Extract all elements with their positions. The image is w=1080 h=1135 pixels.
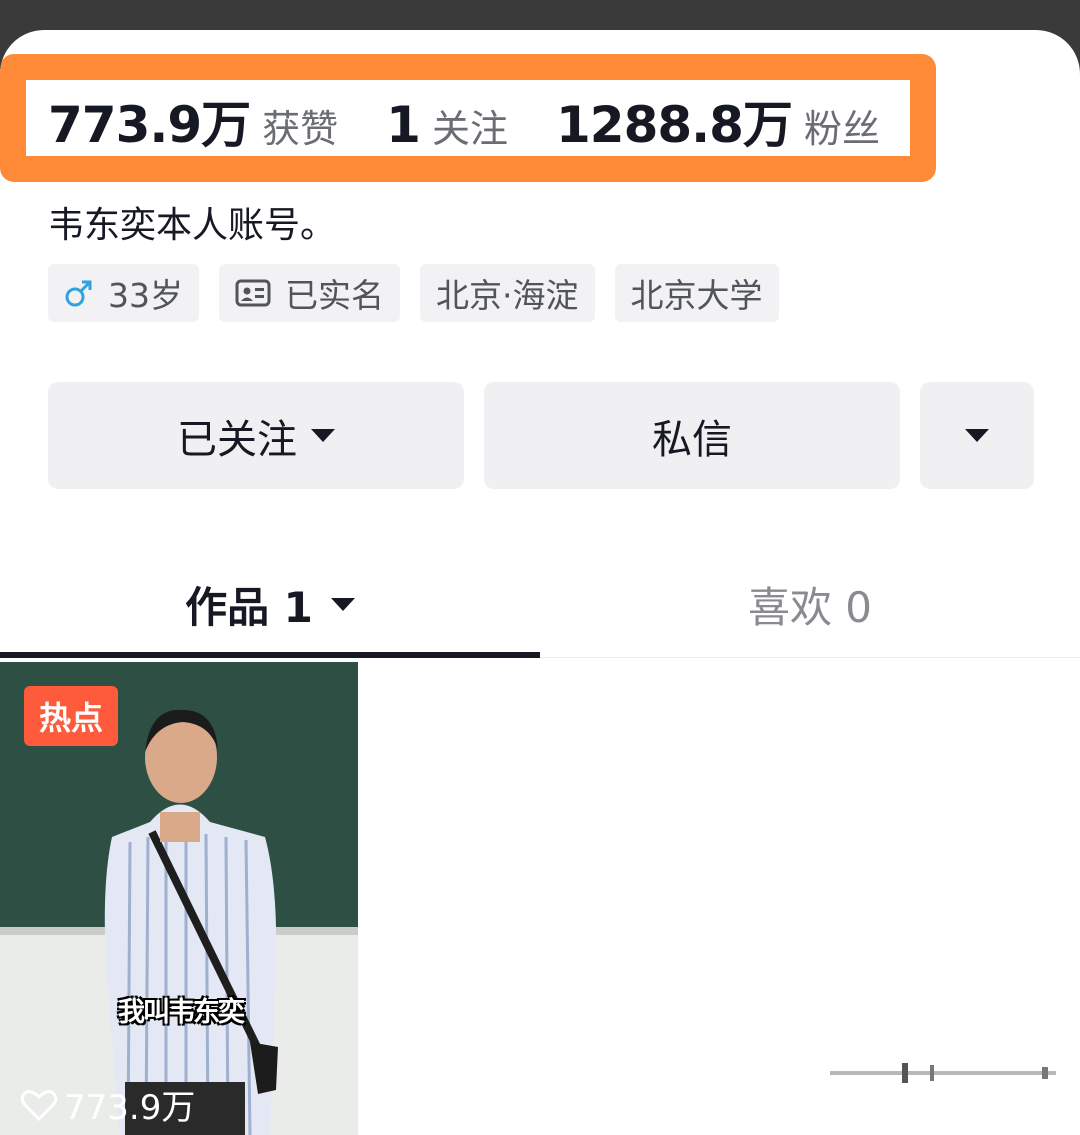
profile-sheet: 773.9万 获赞 1 关注 1288.8万 粉丝 韦东奕本人账号。 33岁 已… xyxy=(0,30,1080,1135)
more-options-button[interactable] xyxy=(920,382,1034,489)
watermark-mark xyxy=(830,1063,1056,1083)
profile-actions: 已关注 私信 xyxy=(48,382,1034,489)
message-button[interactable]: 私信 xyxy=(484,382,900,489)
message-button-label: 私信 xyxy=(652,416,732,463)
followed-button-label: 已关注 xyxy=(177,416,297,463)
tag-location[interactable]: 北京·海淀 xyxy=(420,264,595,322)
tab-works-label: 作品 1 xyxy=(185,582,313,632)
video-thumbnail[interactable]: 热点 我叫韦东奕 773.9万 xyxy=(0,662,358,1135)
caret-down-icon xyxy=(311,429,335,442)
tag-verified-label: 已实名 xyxy=(285,276,384,315)
hot-badge: 热点 xyxy=(24,686,118,746)
following-count[interactable]: 1 xyxy=(386,96,421,154)
tag-age-label: 33岁 xyxy=(108,276,183,315)
likes-label[interactable]: 获赞 xyxy=(262,98,338,153)
profile-tags: 33岁 已实名 北京·海淀 北京大学 xyxy=(48,264,779,322)
profile-stats: 773.9万 获赞 1 关注 1288.8万 粉丝 xyxy=(48,85,880,154)
tag-school[interactable]: 北京大学 xyxy=(614,264,779,322)
followed-button[interactable]: 已关注 xyxy=(48,382,464,489)
video-likes-count: 773.9万 xyxy=(64,1088,196,1128)
tag-location-label: 北京·海淀 xyxy=(436,276,579,315)
active-tab-indicator xyxy=(0,652,540,658)
heart-icon xyxy=(20,1089,58,1121)
male-icon xyxy=(64,278,94,308)
tab-likes[interactable]: 喜欢 0 xyxy=(540,550,1080,658)
content-tabs: 作品 1 喜欢 0 xyxy=(0,550,1080,658)
followers-label[interactable]: 粉丝 xyxy=(804,98,880,153)
tag-verified[interactable]: 已实名 xyxy=(219,264,400,322)
tag-age: 33岁 xyxy=(48,264,199,322)
likes-count[interactable]: 773.9万 xyxy=(48,85,251,157)
caret-down-icon xyxy=(330,597,355,611)
video-likes: 773.9万 xyxy=(20,1080,195,1129)
tab-works[interactable]: 作品 1 xyxy=(0,550,540,658)
followers-count[interactable]: 1288.8万 xyxy=(556,85,793,157)
tab-likes-label: 喜欢 0 xyxy=(747,582,873,632)
caret-down-icon xyxy=(965,429,989,442)
video-caption: 我叫韦东奕 xyxy=(118,997,245,1028)
id-card-icon xyxy=(235,279,271,307)
following-label[interactable]: 关注 xyxy=(432,98,508,153)
profile-bio: 韦东奕本人账号。 xyxy=(48,205,337,246)
tag-school-label: 北京大学 xyxy=(630,276,763,315)
